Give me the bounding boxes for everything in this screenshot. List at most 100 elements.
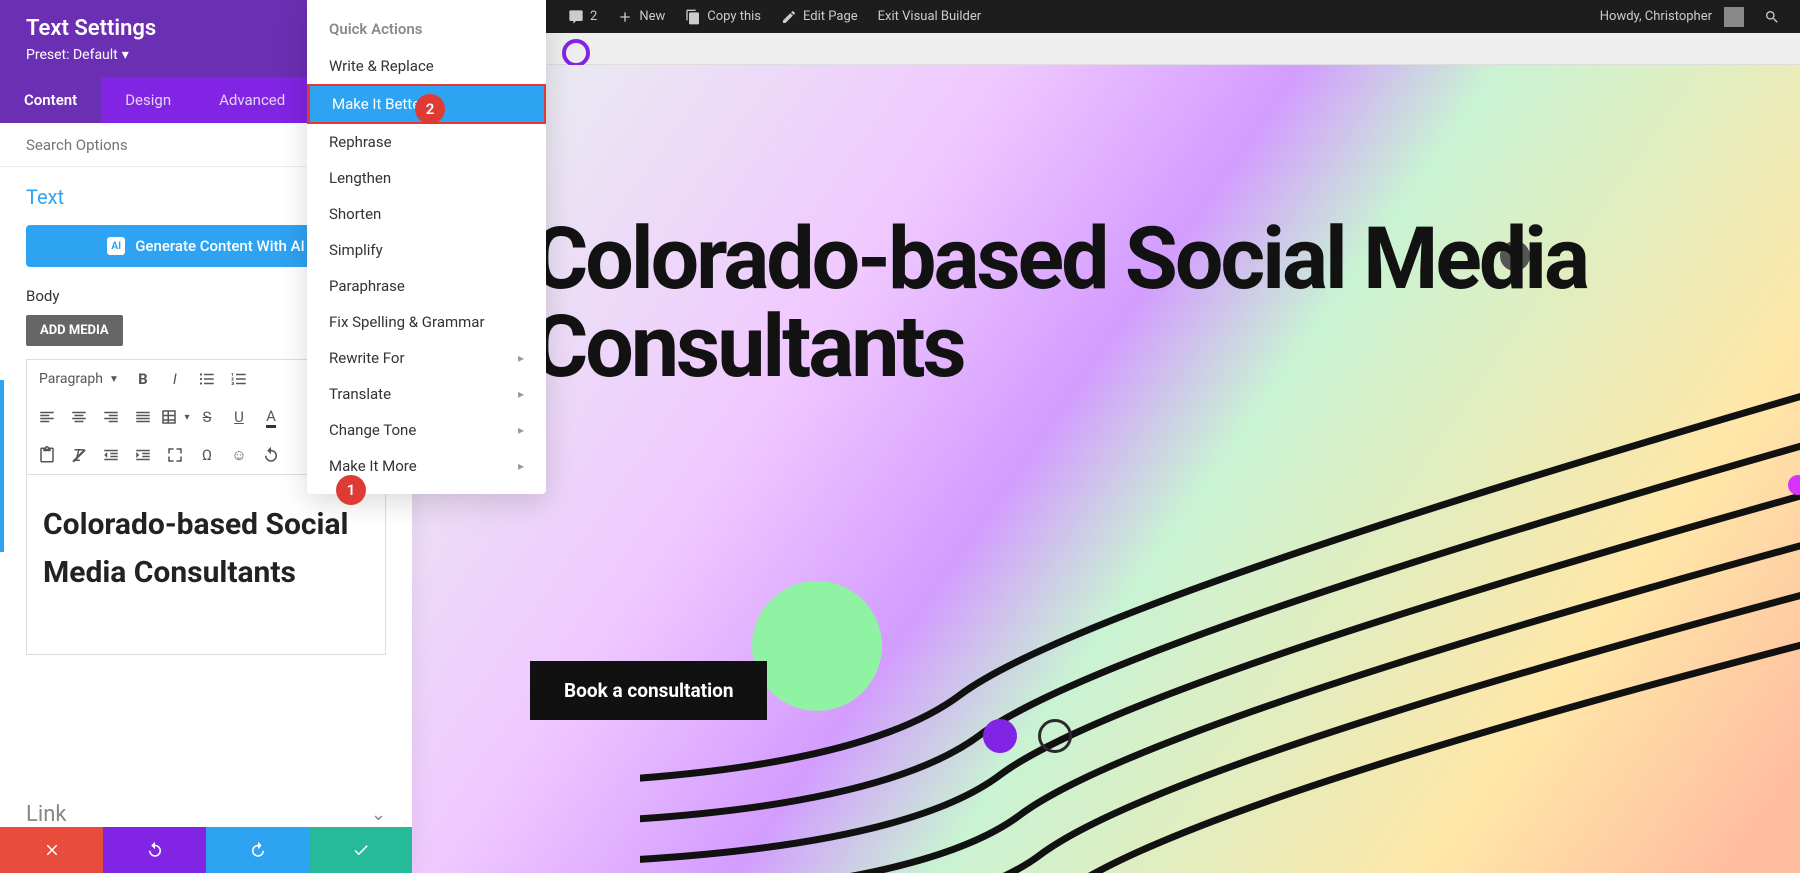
align-right-button[interactable] (95, 402, 127, 432)
table-button[interactable]: ▾ (159, 402, 191, 432)
bold-button[interactable]: B (127, 364, 159, 394)
link-section-toggle[interactable]: Link ⌄ (0, 796, 412, 827)
add-media-button[interactable]: ADD MEDIA (26, 315, 123, 346)
align-justify-button[interactable] (127, 402, 159, 432)
adminbar-edit-page[interactable]: Edit Page (771, 0, 868, 33)
align-center-button[interactable] (63, 402, 95, 432)
special-char-button[interactable]: Ω (191, 440, 223, 470)
cancel-button[interactable] (0, 827, 103, 873)
align-center-icon (70, 408, 88, 426)
new-label: New (639, 9, 665, 24)
link-section-label: Link (26, 802, 67, 827)
adminbar-exit-vb[interactable]: Exit Visual Builder (868, 0, 991, 33)
qa-item-fix-spelling-grammar[interactable]: Fix Spelling & Grammar (307, 304, 546, 340)
text-color-button[interactable]: A (255, 402, 287, 432)
ai-icon: AI (107, 237, 125, 255)
chevron-down-icon: ⌄ (371, 804, 386, 825)
search-icon (1764, 9, 1780, 25)
align-left-button[interactable] (31, 402, 63, 432)
emoji-button[interactable]: ☺ (223, 440, 255, 470)
format-dropdown[interactable]: Paragraph ▼ (31, 364, 127, 394)
panel-footer (0, 827, 412, 873)
qa-item-simplify[interactable]: Simplify (307, 232, 546, 268)
annotation-callout-2: 2 (415, 94, 445, 124)
undo-button[interactable] (255, 440, 287, 470)
bullet-list-button[interactable] (191, 364, 223, 394)
qa-item-label: Rephrase (329, 133, 392, 151)
chevron-right-icon: ▸ (518, 387, 524, 401)
undo-icon (262, 446, 280, 464)
chevron-right-icon: ▸ (518, 459, 524, 473)
qa-item-label: Shorten (329, 205, 381, 223)
selection-indicator (0, 380, 4, 552)
qa-item-rephrase[interactable]: Rephrase (307, 124, 546, 160)
close-icon (43, 841, 61, 859)
check-icon (352, 841, 370, 859)
strikethrough-button[interactable]: S (191, 402, 223, 432)
adminbar-new[interactable]: New (607, 0, 675, 33)
editor-text: Colorado-based Social Media Consultants (43, 507, 349, 590)
tab-advanced[interactable]: Advanced (195, 77, 309, 123)
clear-formatting-button[interactable] (63, 440, 95, 470)
align-right-icon (102, 408, 120, 426)
qa-item-paraphrase[interactable]: Paraphrase (307, 268, 546, 304)
chevron-down-icon: ▼ (109, 374, 119, 385)
qa-item-label: Make It Better (332, 95, 425, 113)
qa-item-label: Lengthen (329, 169, 391, 187)
chevron-down-icon: ▾ (184, 412, 189, 423)
ol-icon (230, 370, 248, 388)
decorative-purple-dot (983, 719, 1017, 753)
canvas-topstrip (412, 33, 1800, 65)
adminbar-user[interactable]: Howdy, Christopher (1590, 0, 1754, 33)
underline-button[interactable]: U (223, 402, 255, 432)
numbered-list-button[interactable] (223, 364, 255, 394)
quick-actions-title: Quick Actions (307, 14, 546, 48)
tab-content[interactable]: Content (0, 77, 101, 123)
avatar (1724, 7, 1744, 27)
outdent-button[interactable] (95, 440, 127, 470)
adminbar-comments[interactable]: 2 (558, 0, 607, 33)
preset-selector[interactable]: Preset: Default ▾ (26, 47, 129, 63)
ul-icon (198, 370, 216, 388)
italic-button[interactable]: I (159, 364, 191, 394)
undo-icon (146, 841, 164, 859)
footer-undo-button[interactable] (103, 827, 206, 873)
qa-item-lengthen[interactable]: Lengthen (307, 160, 546, 196)
hero-headline[interactable]: Colorado-based Social Media Consultants (532, 215, 1800, 390)
decorative-ring-dot (1038, 719, 1072, 753)
adminbar-copy-this[interactable]: Copy this (675, 0, 771, 33)
qa-item-label: Paraphrase (329, 277, 405, 295)
qa-item-label: Translate (329, 385, 391, 403)
save-button[interactable] (309, 827, 412, 873)
clipboard-icon (38, 446, 56, 464)
chevron-right-icon: ▸ (518, 351, 524, 365)
decorative-lines (640, 345, 1800, 873)
qa-item-label: Simplify (329, 241, 383, 259)
exit-vb-label: Exit Visual Builder (878, 9, 981, 24)
adminbar-search[interactable] (1754, 0, 1790, 33)
edit-page-label: Edit Page (803, 9, 858, 24)
qa-item-shorten[interactable]: Shorten (307, 196, 546, 232)
qa-item-change-tone[interactable]: Change Tone▸ (307, 412, 546, 448)
annotation-callout-1: 1 (336, 475, 366, 505)
qa-item-translate[interactable]: Translate ▸ (307, 376, 546, 412)
comment-icon (568, 9, 584, 25)
page-canvas: + Colorado-based Social Media Consultant… (412, 33, 1800, 873)
fullscreen-icon (166, 446, 184, 464)
qa-item-label: Change Tone (329, 421, 416, 439)
preset-label: Preset: Default (26, 47, 118, 63)
fullscreen-button[interactable] (159, 440, 191, 470)
tab-design[interactable]: Design (101, 77, 195, 123)
align-left-icon (38, 408, 56, 426)
align-justify-icon (134, 408, 152, 426)
qa-item-label: Rewrite For (329, 349, 405, 367)
editor-content-area[interactable]: Colorado-based Social Media Consultants … (26, 475, 386, 655)
greeting-label: Howdy, Christopher (1600, 9, 1712, 24)
qa-item-rewrite-for[interactable]: Rewrite For ▸ (307, 340, 546, 376)
cta-book-consultation[interactable]: Book a consultation (530, 661, 767, 720)
paste-button[interactable] (31, 440, 63, 470)
indent-button[interactable] (127, 440, 159, 470)
hero-section[interactable]: + Colorado-based Social Media Consultant… (412, 65, 1800, 873)
footer-redo-button[interactable] (206, 827, 309, 873)
qa-item-write-replace[interactable]: Write & Replace (307, 48, 546, 84)
